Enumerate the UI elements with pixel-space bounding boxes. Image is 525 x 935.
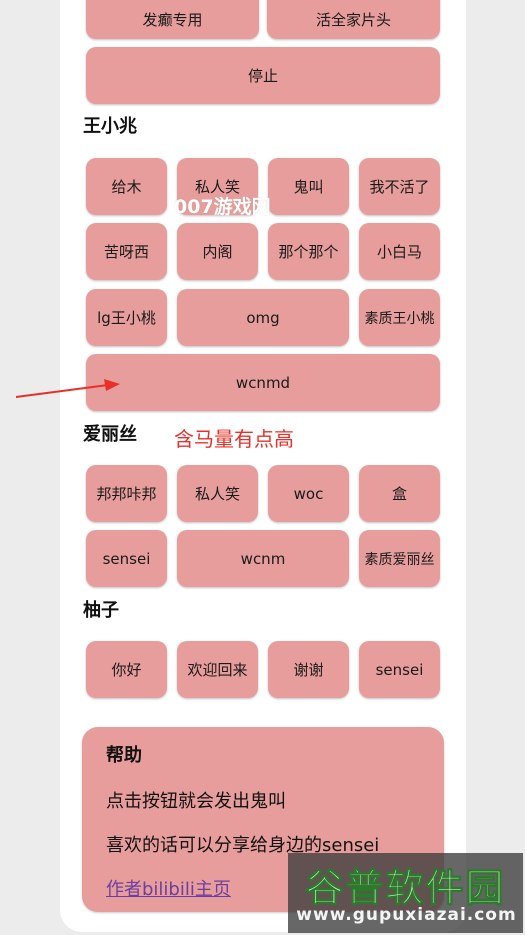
stop-button[interactable]: 停止 — [86, 47, 440, 104]
help-line-1: 点击按钮就会发出鬼叫 — [106, 791, 286, 812]
sound-button-xiaobaima[interactable]: 小白马 — [359, 223, 440, 280]
sound-button-nagenage[interactable]: 那个那个 — [268, 223, 349, 280]
sound-button-guijiao[interactable]: 鬼叫 — [268, 158, 349, 215]
sound-button-xiexie[interactable]: 谢谢 — [268, 641, 349, 698]
sound-button-lg-wangxiaotao[interactable]: lg王小桃 — [86, 289, 167, 346]
sound-button-suzhi-wangxiaotao[interactable]: 素质王小桃 — [359, 289, 440, 346]
sound-button-he[interactable]: 盒 — [359, 465, 440, 522]
section-title-wangxiaozhao: 王小兆 — [83, 116, 137, 137]
sound-button-bangbangkabang[interactable]: 邦邦咔邦 — [86, 465, 167, 522]
sound-button-neige[interactable]: 内阁 — [177, 223, 258, 280]
sound-button-wcnmd[interactable]: wcnmd — [86, 354, 440, 411]
sound-button-suzhi-alice[interactable]: 素质爱丽丝 — [359, 530, 440, 587]
sound-button-geimu[interactable]: 给木 — [86, 158, 167, 215]
section-title-alice: 爱丽丝 — [83, 424, 137, 445]
sound-button-kuyaxi[interactable]: 苦呀西 — [86, 223, 167, 280]
sound-button-wcnm[interactable]: wcnm — [177, 530, 349, 587]
sound-button-omg[interactable]: omg — [177, 289, 349, 346]
author-bilibili-link[interactable]: 作者bilibili主页 — [106, 875, 231, 901]
sound-button-wobuhuole[interactable]: 我不活了 — [359, 158, 440, 215]
gupu-logo-watermark: 谷普软件园 www.gupuxiazai.com — [288, 853, 523, 933]
section-title-yuzu: 柚子 — [83, 600, 119, 621]
watermark-007-text: 007游戏网 — [174, 196, 271, 218]
sound-button-woc[interactable]: woc — [268, 465, 349, 522]
sound-button-alice-sensei[interactable]: sensei — [86, 530, 167, 587]
help-title: 帮助 — [106, 745, 142, 766]
annotation-text: 含马量有点高 — [174, 427, 294, 451]
logo-title: 谷普软件园 — [305, 866, 506, 911]
annotation-arrow-icon — [15, 379, 120, 398]
sound-button-nihao[interactable]: 你好 — [86, 641, 167, 698]
sound-button-fadian[interactable]: 发癫专用 — [86, 0, 259, 39]
sound-button-alice-sirenxiao[interactable]: 私人笑 — [177, 465, 258, 522]
logo-url: www.gupuxiazai.com — [296, 905, 517, 925]
sound-button-huanyinghuilai[interactable]: 欢迎回来 — [177, 641, 258, 698]
sound-button-yuzu-sensei[interactable]: sensei — [359, 641, 440, 698]
sound-button-huoquanjia[interactable]: 活全家片头 — [267, 0, 440, 39]
